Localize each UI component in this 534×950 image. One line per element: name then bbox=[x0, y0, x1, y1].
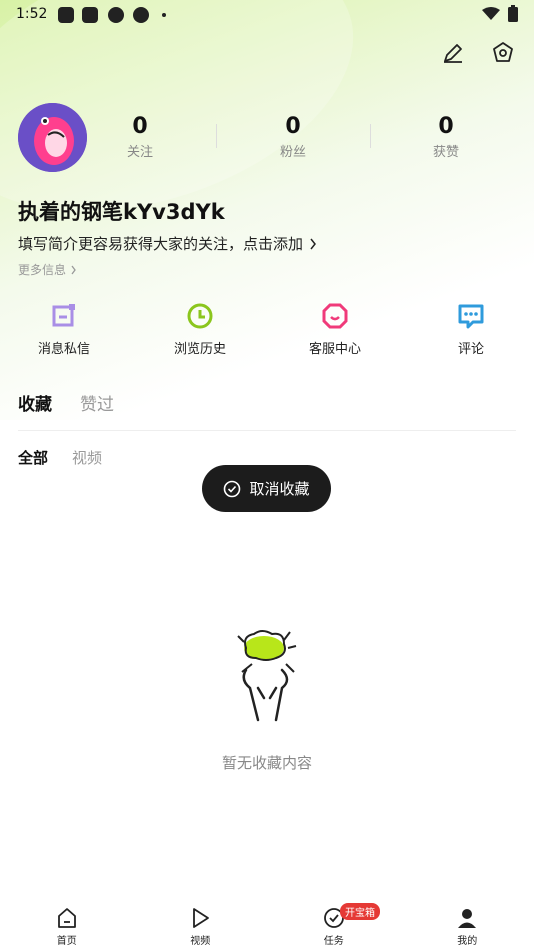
edit-icon[interactable] bbox=[440, 40, 466, 66]
tabs-divider bbox=[18, 430, 516, 431]
nav-video[interactable]: 视频 bbox=[134, 898, 268, 950]
nav-home[interactable]: 首页 bbox=[0, 898, 134, 950]
history-clock-icon bbox=[184, 300, 216, 332]
stat-following-label: 关注 bbox=[126, 145, 153, 160]
nav-home-label: 首页 bbox=[56, 936, 77, 947]
task-badge[interactable]: 开宝箱 bbox=[340, 903, 380, 920]
check-circle-icon bbox=[224, 480, 241, 497]
status-time: 1:52 bbox=[16, 6, 48, 22]
quick-action-messages[interactable]: 消息私信 bbox=[4, 300, 124, 357]
chevron-right-icon bbox=[310, 238, 316, 249]
wifi-icon bbox=[482, 7, 500, 20]
play-icon bbox=[188, 906, 212, 930]
quick-action-customer-service[interactable]: 客服中心 bbox=[275, 300, 395, 357]
empty-state-illustration bbox=[237, 630, 297, 722]
quick-action-history[interactable]: 浏览历史 bbox=[140, 300, 260, 357]
notification-icon bbox=[82, 7, 98, 23]
status-bar: 1:52 bbox=[0, 0, 534, 28]
quick-action-comments[interactable]: 评论 bbox=[411, 300, 531, 357]
nav-profile[interactable]: 我的 bbox=[401, 898, 534, 950]
customer-service-icon bbox=[319, 300, 351, 332]
profile-name: 执着的钢笔kYv3dYk bbox=[18, 200, 225, 224]
app-notification-icon bbox=[133, 7, 149, 23]
filter-tabs: 全部 视频 bbox=[18, 447, 102, 468]
stat-following-value: 0 bbox=[132, 114, 148, 139]
more-info-text: 更多信息 bbox=[18, 263, 67, 277]
quick-action-label: 消息私信 bbox=[37, 342, 90, 357]
stat-divider bbox=[370, 124, 371, 148]
more-notifications-dot bbox=[162, 13, 166, 17]
empty-state-text: 暂无收藏内容 bbox=[221, 754, 312, 772]
nav-profile-label: 我的 bbox=[457, 936, 478, 947]
nav-tasks-label: 任务 bbox=[323, 936, 344, 947]
avatar-monster-icon bbox=[18, 103, 87, 172]
profile-bio-link[interactable]: 填写简介更容易获得大家的关注，点击添加 bbox=[18, 233, 317, 254]
filter-all[interactable]: 全部 bbox=[18, 447, 48, 468]
notification-icon bbox=[58, 7, 74, 23]
toast-text: 取消收藏 bbox=[249, 480, 310, 498]
nav-video-label: 视频 bbox=[190, 936, 211, 947]
quick-action-label: 评论 bbox=[457, 342, 484, 357]
home-icon bbox=[55, 906, 79, 930]
message-icon bbox=[48, 300, 80, 332]
stat-following[interactable]: 0 关注 bbox=[80, 114, 200, 160]
comment-icon bbox=[455, 300, 487, 332]
stat-followers[interactable]: 0 粉丝 bbox=[233, 114, 353, 160]
filter-video[interactable]: 视频 bbox=[72, 447, 102, 468]
app-notification-icon bbox=[108, 7, 124, 23]
stat-divider bbox=[216, 124, 217, 148]
stat-likes-value: 0 bbox=[438, 114, 454, 139]
avatar[interactable] bbox=[18, 103, 87, 172]
chevron-right-icon bbox=[71, 265, 76, 274]
tab-favorites[interactable]: 收藏 bbox=[18, 390, 52, 415]
top-actions bbox=[440, 40, 516, 66]
stat-followers-label: 粉丝 bbox=[279, 145, 306, 160]
battery-icon bbox=[508, 5, 518, 22]
bottom-navigation: 首页 视频 任务 我的 bbox=[0, 898, 534, 950]
more-info-link[interactable]: 更多信息 bbox=[18, 261, 77, 278]
quick-action-label: 客服中心 bbox=[308, 342, 361, 357]
stat-likes-label: 获赞 bbox=[432, 145, 459, 160]
user-icon bbox=[455, 906, 479, 930]
quick-action-label: 浏览历史 bbox=[173, 342, 226, 357]
stat-likes[interactable]: 0 获赞 bbox=[386, 114, 506, 160]
tab-liked[interactable]: 赞过 bbox=[80, 390, 114, 415]
nav-tasks[interactable]: 任务 bbox=[267, 898, 401, 950]
profile-bio-text: 填写简介更容易获得大家的关注，点击添加 bbox=[18, 235, 304, 253]
content-tabs: 收藏 赞过 bbox=[18, 390, 114, 415]
settings-icon[interactable] bbox=[490, 40, 516, 66]
toast-message: 取消收藏 bbox=[202, 465, 331, 512]
stat-followers-value: 0 bbox=[285, 114, 301, 139]
